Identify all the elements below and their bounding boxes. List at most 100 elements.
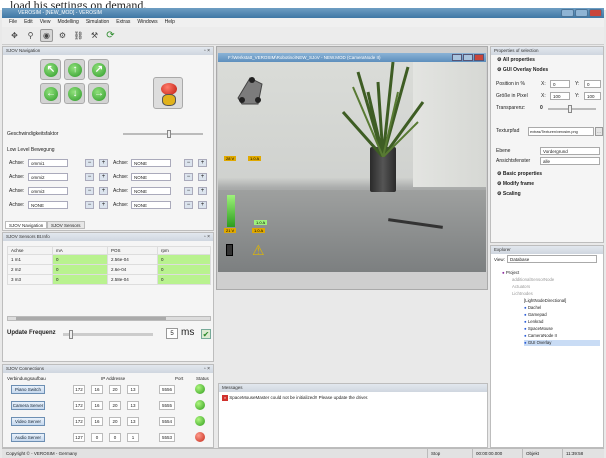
axis-select-right[interactable]: NONE <box>131 187 171 195</box>
camera-maximize-button[interactable] <box>463 54 473 61</box>
link-tool-icon[interactable]: ⛓ <box>72 29 85 42</box>
nav-backward-button[interactable]: ↓ <box>64 83 85 104</box>
plus-button[interactable]: + <box>198 187 207 195</box>
connect-button[interactable]: Audio Server <box>11 433 45 442</box>
axis-select-right[interactable]: NONE <box>131 201 171 209</box>
ip-octet-3[interactable]: 0 <box>109 433 121 442</box>
ip-octet-1[interactable]: 172 <box>73 401 85 410</box>
update-frequency-value[interactable]: 5 <box>166 328 178 339</box>
axis-select-left[interactable]: ommi3 <box>28 187 68 195</box>
axis-select-left[interactable]: ommi2 <box>28 173 68 181</box>
camera-minimize-button[interactable] <box>452 54 462 61</box>
transparency-slider-handle[interactable] <box>568 105 572 113</box>
axis-select-left[interactable]: ommi1 <box>28 159 68 167</box>
speed-slider[interactable] <box>123 130 203 138</box>
ip-octet-4[interactable]: 13 <box>127 417 139 426</box>
texture-path-input[interactable]: extras/Texturen/verosim.png <box>528 127 594 136</box>
camera-tool-icon[interactable]: ◉ <box>40 29 53 42</box>
ip-octet-2[interactable]: 16 <box>91 401 103 410</box>
modify-frame-item[interactable]: ⚙ Modify frame <box>497 180 534 189</box>
minus-button[interactable]: − <box>85 187 94 195</box>
ip-octet-2[interactable]: 16 <box>91 385 103 394</box>
ip-octet-1[interactable]: 172 <box>73 417 85 426</box>
scaling-item[interactable]: ⚙ Scaling <box>497 190 521 199</box>
update-frequency-slider[interactable] <box>63 330 153 339</box>
size-x-input[interactable]: 100 <box>550 92 570 100</box>
basic-properties-item[interactable]: ⚙ Basic properties <box>497 170 542 179</box>
apply-check-icon[interactable]: ✔ <box>201 329 211 339</box>
tab-navigation[interactable]: SJOV Navigation <box>5 221 48 229</box>
ip-octet-4[interactable]: 1 <box>127 433 139 442</box>
tree-item-selected[interactable]: ● GUI Overlay <box>524 340 600 346</box>
table-horizontal-scrollbar[interactable] <box>7 316 211 321</box>
position-y-input[interactable]: 0 <box>584 80 601 88</box>
tree-item[interactable]: [LightNodeDirectional] <box>524 298 566 304</box>
robot-tool-icon[interactable]: ⚙ <box>56 29 69 42</box>
plus-button[interactable]: + <box>198 173 207 181</box>
browse-button[interactable]: … <box>595 127 603 136</box>
camera-view[interactable]: 28 V 1.0 A 1.0 A 21 V 1.0 A ⚠ <box>218 62 486 272</box>
tree-item[interactable]: Actuators <box>512 284 530 290</box>
tree-item-project[interactable]: ● Project <box>502 270 519 276</box>
menu-modelling[interactable]: Modelling <box>57 18 78 27</box>
minus-button[interactable]: − <box>85 173 94 181</box>
size-y-input[interactable]: 100 <box>584 92 601 100</box>
connect-button[interactable]: Video Server <box>11 417 45 426</box>
port-field[interactable]: 5555 <box>159 401 175 410</box>
tree-item[interactable]: additionalSensorNode <box>512 277 554 283</box>
ip-octet-3[interactable]: 20 <box>109 401 121 410</box>
layer-select[interactable]: Vordergrund <box>540 147 600 155</box>
gui-overlay-section[interactable]: ⚙ GUI Overlay Nodes <box>497 66 548 75</box>
emergency-stop-button[interactable] <box>153 77 183 109</box>
nav-right-button[interactable]: → <box>88 83 109 104</box>
position-x-input[interactable]: 0 <box>550 80 570 88</box>
menu-help[interactable]: Help <box>165 18 175 27</box>
all-properties-item[interactable]: ⚙ All properties <box>497 56 535 65</box>
nav-left-button[interactable]: ← <box>40 83 61 104</box>
menu-extras[interactable]: Extras <box>116 18 130 27</box>
port-field[interactable]: 5554 <box>159 417 175 426</box>
update-slider-handle[interactable] <box>69 330 73 339</box>
axis-select-left[interactable]: NONE <box>28 201 68 209</box>
minus-button[interactable]: − <box>184 173 193 181</box>
ip-octet-3[interactable]: 20 <box>109 385 121 394</box>
tree-item[interactable]: ● Gamepad <box>524 312 547 318</box>
ip-octet-4[interactable]: 13 <box>127 401 139 410</box>
ip-octet-1[interactable]: 172 <box>73 385 85 394</box>
plus-button[interactable]: + <box>198 159 207 167</box>
tree-item[interactable]: ● Lenkrad <box>524 319 543 325</box>
select-tool-icon[interactable]: ✥ <box>8 29 21 42</box>
tab-sensors[interactable]: SJOV Sensors <box>47 221 85 229</box>
plus-button[interactable]: + <box>99 159 108 167</box>
tree-item[interactable]: ● SpaceMouse <box>524 326 553 332</box>
scrollbar-thumb[interactable] <box>16 317 166 320</box>
nav-forward-button[interactable]: ↑ <box>64 59 85 80</box>
menu-file[interactable]: File <box>9 18 17 27</box>
panel-pin-icon[interactable]: ▫ × <box>204 47 210 55</box>
plus-button[interactable]: + <box>198 201 207 209</box>
minus-button[interactable]: − <box>85 201 94 209</box>
panel-pin-icon[interactable]: ▫ × <box>204 233 210 241</box>
gripper-tool-icon[interactable]: ⚒ <box>88 29 101 42</box>
tree-item[interactable]: ● Dachel <box>524 305 541 311</box>
menu-view[interactable]: View <box>40 18 51 27</box>
reload-icon[interactable]: ⟳ <box>104 29 117 42</box>
ip-octet-3[interactable]: 20 <box>109 417 121 426</box>
plus-button[interactable]: + <box>99 187 108 195</box>
port-field[interactable]: 5553 <box>159 433 175 442</box>
axis-select-right[interactable]: NONE <box>131 173 171 181</box>
transparency-slider[interactable] <box>548 105 596 113</box>
menu-windows[interactable]: Windows <box>137 18 157 27</box>
port-field[interactable]: 5556 <box>159 385 175 394</box>
message-item[interactable]: × SpaceMouseMaster could not be initiali… <box>222 394 368 401</box>
minimize-button[interactable] <box>561 9 574 17</box>
nav-forward-right-button[interactable]: ↗ <box>88 59 109 80</box>
connect-button[interactable]: Piano Switch <box>11 385 45 394</box>
minus-button[interactable]: − <box>184 187 193 195</box>
maximize-button[interactable] <box>575 9 588 17</box>
nav-forward-left-button[interactable]: ↖ <box>40 59 61 80</box>
panel-pin-icon[interactable]: ▫ × <box>204 365 210 373</box>
ip-octet-2[interactable]: 0 <box>91 433 103 442</box>
speed-slider-handle[interactable] <box>167 130 171 138</box>
plus-button[interactable]: + <box>99 201 108 209</box>
